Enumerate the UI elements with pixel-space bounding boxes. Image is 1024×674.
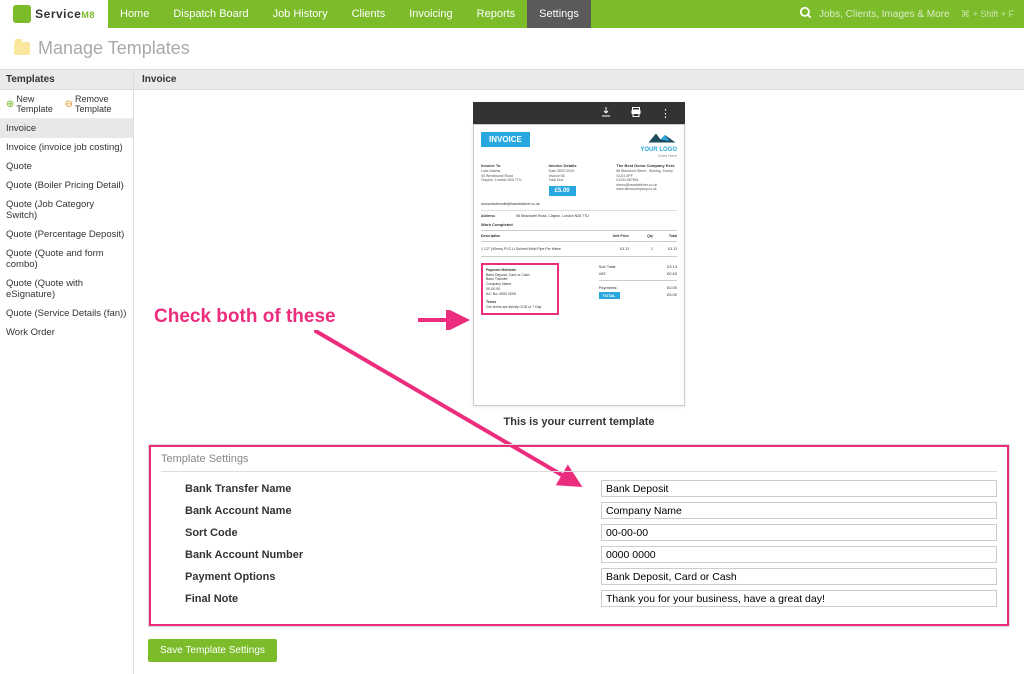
page-title-bar: Manage Templates xyxy=(0,28,1024,69)
settings-input[interactable] xyxy=(601,568,997,585)
shortcut-hint: ⌘ + Shift + F xyxy=(961,9,1014,20)
address-row: Address 58 Strachwell Road, Clayton, Lon… xyxy=(481,210,677,218)
settings-row: Final Note xyxy=(161,590,997,607)
settings-input[interactable] xyxy=(601,590,997,607)
logo-icon xyxy=(13,5,31,23)
settings-row: Sort Code xyxy=(161,524,997,541)
settings-card: Template Settings Bank Transfer Name Bank… xyxy=(148,444,1010,627)
sidebar-actions: ⊕ New Template ⊖ Remove Template xyxy=(0,90,133,119)
preview-toolbar: ⋮ xyxy=(473,102,685,124)
nav-item-reports[interactable]: Reports xyxy=(465,0,528,28)
preview-document[interactable]: INVOICE YOUR LOGO Goes Here Invoi xyxy=(473,124,685,406)
settings-row: Bank Account Name xyxy=(161,502,997,519)
mountain-icon xyxy=(647,132,677,144)
arrow-icon xyxy=(418,310,478,330)
save-template-settings-button[interactable]: Save Template Settings xyxy=(148,639,277,662)
more-icon[interactable]: ⋮ xyxy=(660,107,671,120)
nav-item-invoicing[interactable]: Invoicing xyxy=(397,0,464,28)
settings-row: Payment Options xyxy=(161,568,997,585)
nav-item-home[interactable]: Home xyxy=(108,0,161,28)
new-template-label: New Template xyxy=(16,94,56,114)
new-template-action[interactable]: ⊕ New Template xyxy=(6,94,57,114)
template-item[interactable]: Work Order xyxy=(0,323,133,342)
search-area: ⌘ + Shift + F xyxy=(789,6,1024,23)
template-item[interactable]: Invoice xyxy=(0,119,133,138)
template-item[interactable]: Quote xyxy=(0,157,133,176)
plus-icon: ⊕ xyxy=(6,99,14,110)
table-row: 1 1/2" (40mm) PVC-U Solvent Weld Pipe Pe… xyxy=(481,245,677,253)
content-area: Invoice Check both of these xyxy=(133,69,1024,674)
main-nav: HomeDispatch BoardJob HistoryClientsInvo… xyxy=(108,0,591,28)
template-item[interactable]: Quote (Percentage Deposit) xyxy=(0,225,133,244)
invoice-to-text: Luke Adams 90 Westbound Road Clayton, Lo… xyxy=(481,169,542,183)
logo-text: ServiceM8 xyxy=(35,7,95,21)
settings-row: Bank Account Number xyxy=(161,546,997,563)
minus-icon: ⊖ xyxy=(65,99,73,110)
settings-label: Bank Account Number xyxy=(161,549,601,561)
template-item[interactable]: Quote (Job Category Switch) xyxy=(0,195,133,225)
amount-tag: £5.00 xyxy=(549,186,576,196)
content-header: Invoice xyxy=(134,69,1024,90)
template-item[interactable]: Quote (Quote with eSignature) xyxy=(0,274,133,304)
doc-logo: YOUR LOGO Goes Here xyxy=(640,132,677,158)
settings-highlight-border: Template Settings Bank Transfer Name Bank… xyxy=(149,445,1009,626)
print-icon[interactable] xyxy=(630,106,642,121)
annotation-text: Check both of these xyxy=(154,306,336,328)
settings-input[interactable] xyxy=(601,480,997,497)
payment-methods-box: Payment Methods Bank Deposit, Card or Ca… xyxy=(481,263,559,315)
search-icon[interactable] xyxy=(799,6,813,23)
search-input[interactable] xyxy=(819,9,949,20)
folder-icon xyxy=(14,42,30,55)
settings-input[interactable] xyxy=(601,546,997,563)
invoice-to-title: Invoice To xyxy=(481,163,542,168)
email-label: accountsdemoltd@hazelwitcher.co.uk xyxy=(481,202,677,206)
app-logo[interactable]: ServiceM8 xyxy=(0,0,108,28)
settings-label: Sort Code xyxy=(161,527,601,539)
settings-row: Bank Transfer Name xyxy=(161,480,997,497)
template-list: InvoiceInvoice (invoice job costing)Quot… xyxy=(0,119,133,342)
template-item[interactable]: Quote (Quote and form combo) xyxy=(0,244,133,274)
settings-label: Bank Account Name xyxy=(161,505,601,517)
nav-item-clients[interactable]: Clients xyxy=(340,0,398,28)
settings-label: Payment Options xyxy=(161,571,601,583)
company-text: 58 Blackford Street , Woking, Surrey GU2… xyxy=(616,169,677,192)
nav-item-settings[interactable]: Settings xyxy=(527,0,591,28)
company-title: The Best Demo Company Ever. xyxy=(616,163,677,168)
remove-template-label: Remove Template xyxy=(75,94,127,114)
invoice-details-text: Date 28/07/2019 Invoice 56 Total Due xyxy=(549,169,610,183)
template-item[interactable]: Quote (Boiler Pricing Detail) xyxy=(0,176,133,195)
totals-block: Sub Total:£3.13 VAT:£0.63 Payments:£0.00… xyxy=(599,263,677,315)
table-header: Description Unit Price Qty Total xyxy=(481,234,677,238)
page-title: Manage Templates xyxy=(38,38,190,59)
preview-wrap: ⋮ INVOICE YOUR LOGO Goes Here xyxy=(148,102,1010,428)
topbar: ServiceM8 HomeDispatch BoardJob HistoryC… xyxy=(0,0,1024,28)
template-item[interactable]: Quote (Service Details (fan)) xyxy=(0,304,133,323)
remove-template-action[interactable]: ⊖ Remove Template xyxy=(65,94,127,114)
settings-label: Bank Transfer Name xyxy=(161,483,601,495)
sidebar: Templates ⊕ New Template ⊖ Remove Templa… xyxy=(0,69,133,674)
template-item[interactable]: Invoice (invoice job costing) xyxy=(0,138,133,157)
doc-badge: INVOICE xyxy=(481,132,530,147)
download-icon[interactable] xyxy=(600,106,612,121)
main-layout: Templates ⊕ New Template ⊖ Remove Templa… xyxy=(0,69,1024,674)
content-body: Check both of these ⋮ xyxy=(134,90,1024,674)
work-completed-label: Work Completed xyxy=(481,222,677,227)
nav-item-job-history[interactable]: Job History xyxy=(261,0,340,28)
sidebar-header: Templates xyxy=(0,69,133,90)
logo-sub: Goes Here xyxy=(640,153,677,158)
settings-title: Template Settings xyxy=(161,453,997,472)
settings-label: Final Note xyxy=(161,593,601,605)
nav-item-dispatch-board[interactable]: Dispatch Board xyxy=(161,0,260,28)
settings-input[interactable] xyxy=(601,502,997,519)
invoice-details-title: Invoice Details xyxy=(549,163,610,168)
settings-input[interactable] xyxy=(601,524,997,541)
